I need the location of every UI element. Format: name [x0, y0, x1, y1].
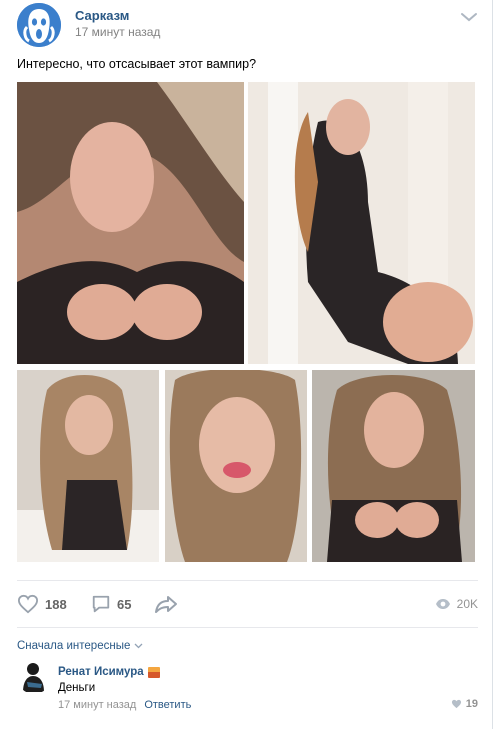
photo-1[interactable]	[17, 82, 244, 364]
eye-icon	[435, 599, 450, 609]
post-card: Сарказм 17 минут назад Интересно, что от…	[0, 0, 493, 729]
post-actions: 188 65 20K	[17, 590, 478, 618]
photo-2[interactable]	[248, 82, 475, 364]
comment-button[interactable]: 65	[91, 590, 131, 618]
comment-sort-dropdown[interactable]: Сначала интересные	[17, 640, 143, 652]
views-counter: 20K	[435, 590, 478, 618]
photo-5[interactable]	[312, 370, 475, 562]
comment-like-count: 19	[465, 698, 478, 710]
comment-icon	[92, 595, 110, 613]
like-button[interactable]: 188	[17, 590, 67, 618]
photo-3-image	[17, 370, 159, 562]
heart-icon	[451, 699, 461, 709]
share-arrow-icon	[155, 596, 177, 613]
scream-face-icon	[17, 3, 61, 47]
comment-author[interactable]: Ренат Исимура	[58, 666, 160, 678]
comment-time[interactable]: 17 минут назад	[58, 699, 136, 711]
comment-like-button[interactable]: 19	[451, 698, 478, 710]
post-header: Сарказм 17 минут назад	[17, 3, 478, 47]
post-text: Интересно, что отсасывает этот вампир?	[17, 57, 257, 71]
photo-4[interactable]	[165, 370, 307, 562]
post-time[interactable]: 17 минут назад	[75, 25, 160, 39]
chevron-down-icon	[134, 643, 143, 649]
share-button[interactable]	[154, 590, 178, 618]
comment-count: 65	[117, 596, 132, 612]
comment-text: Деньги	[58, 682, 96, 694]
photo-1-image	[17, 82, 244, 364]
sunset-emoji-icon	[147, 666, 160, 678]
heart-icon	[17, 594, 39, 614]
group-avatar[interactable]	[17, 3, 61, 47]
comment-meta: 17 минут назад Ответить	[58, 699, 191, 711]
actions-divider	[17, 580, 478, 581]
like-count: 188	[45, 596, 67, 612]
anime-avatar-icon	[17, 660, 51, 694]
photo-3[interactable]	[17, 370, 159, 562]
chevron-down-icon[interactable]	[460, 11, 478, 23]
comment-author-avatar[interactable]	[17, 660, 51, 694]
reply-button[interactable]: Ответить	[144, 699, 191, 711]
photo-4-image	[165, 370, 307, 562]
comment-sort-label: Сначала интересные	[17, 640, 131, 652]
photo-5-image	[312, 370, 475, 562]
comments-divider	[17, 627, 478, 628]
photo-2-image	[248, 82, 475, 364]
comment-author-name: Ренат Исимура	[58, 666, 144, 678]
group-name[interactable]: Сарказм	[75, 8, 129, 23]
views-count: 20K	[456, 597, 478, 611]
